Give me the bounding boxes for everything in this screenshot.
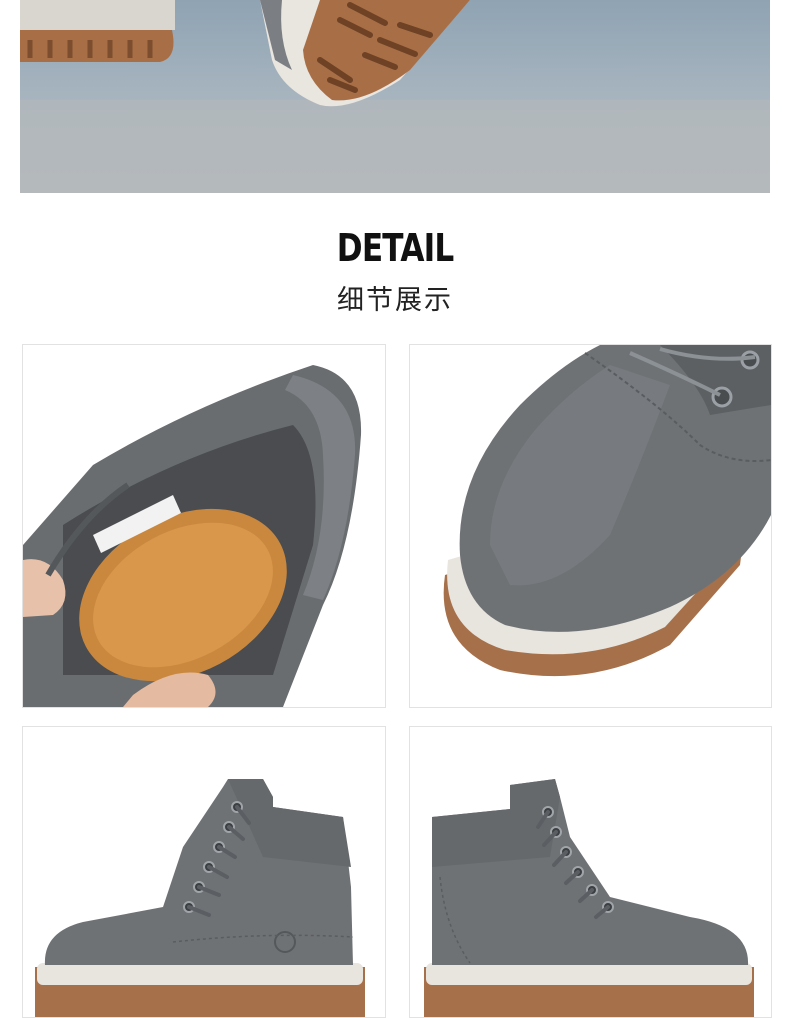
- photo-boot-toe: [409, 344, 772, 708]
- photo-boot-interior: [22, 344, 386, 708]
- heading-title-zh: 细节展示: [337, 285, 453, 316]
- boot-sole-left: [20, 0, 175, 62]
- heading-title-en: DETAIL: [336, 226, 454, 270]
- photo-boot-side-2: [409, 726, 772, 1018]
- photo-boot-side-1: [22, 726, 386, 1018]
- section-heading: DETAIL 细节展示: [0, 224, 790, 317]
- hero-photo: [20, 0, 770, 193]
